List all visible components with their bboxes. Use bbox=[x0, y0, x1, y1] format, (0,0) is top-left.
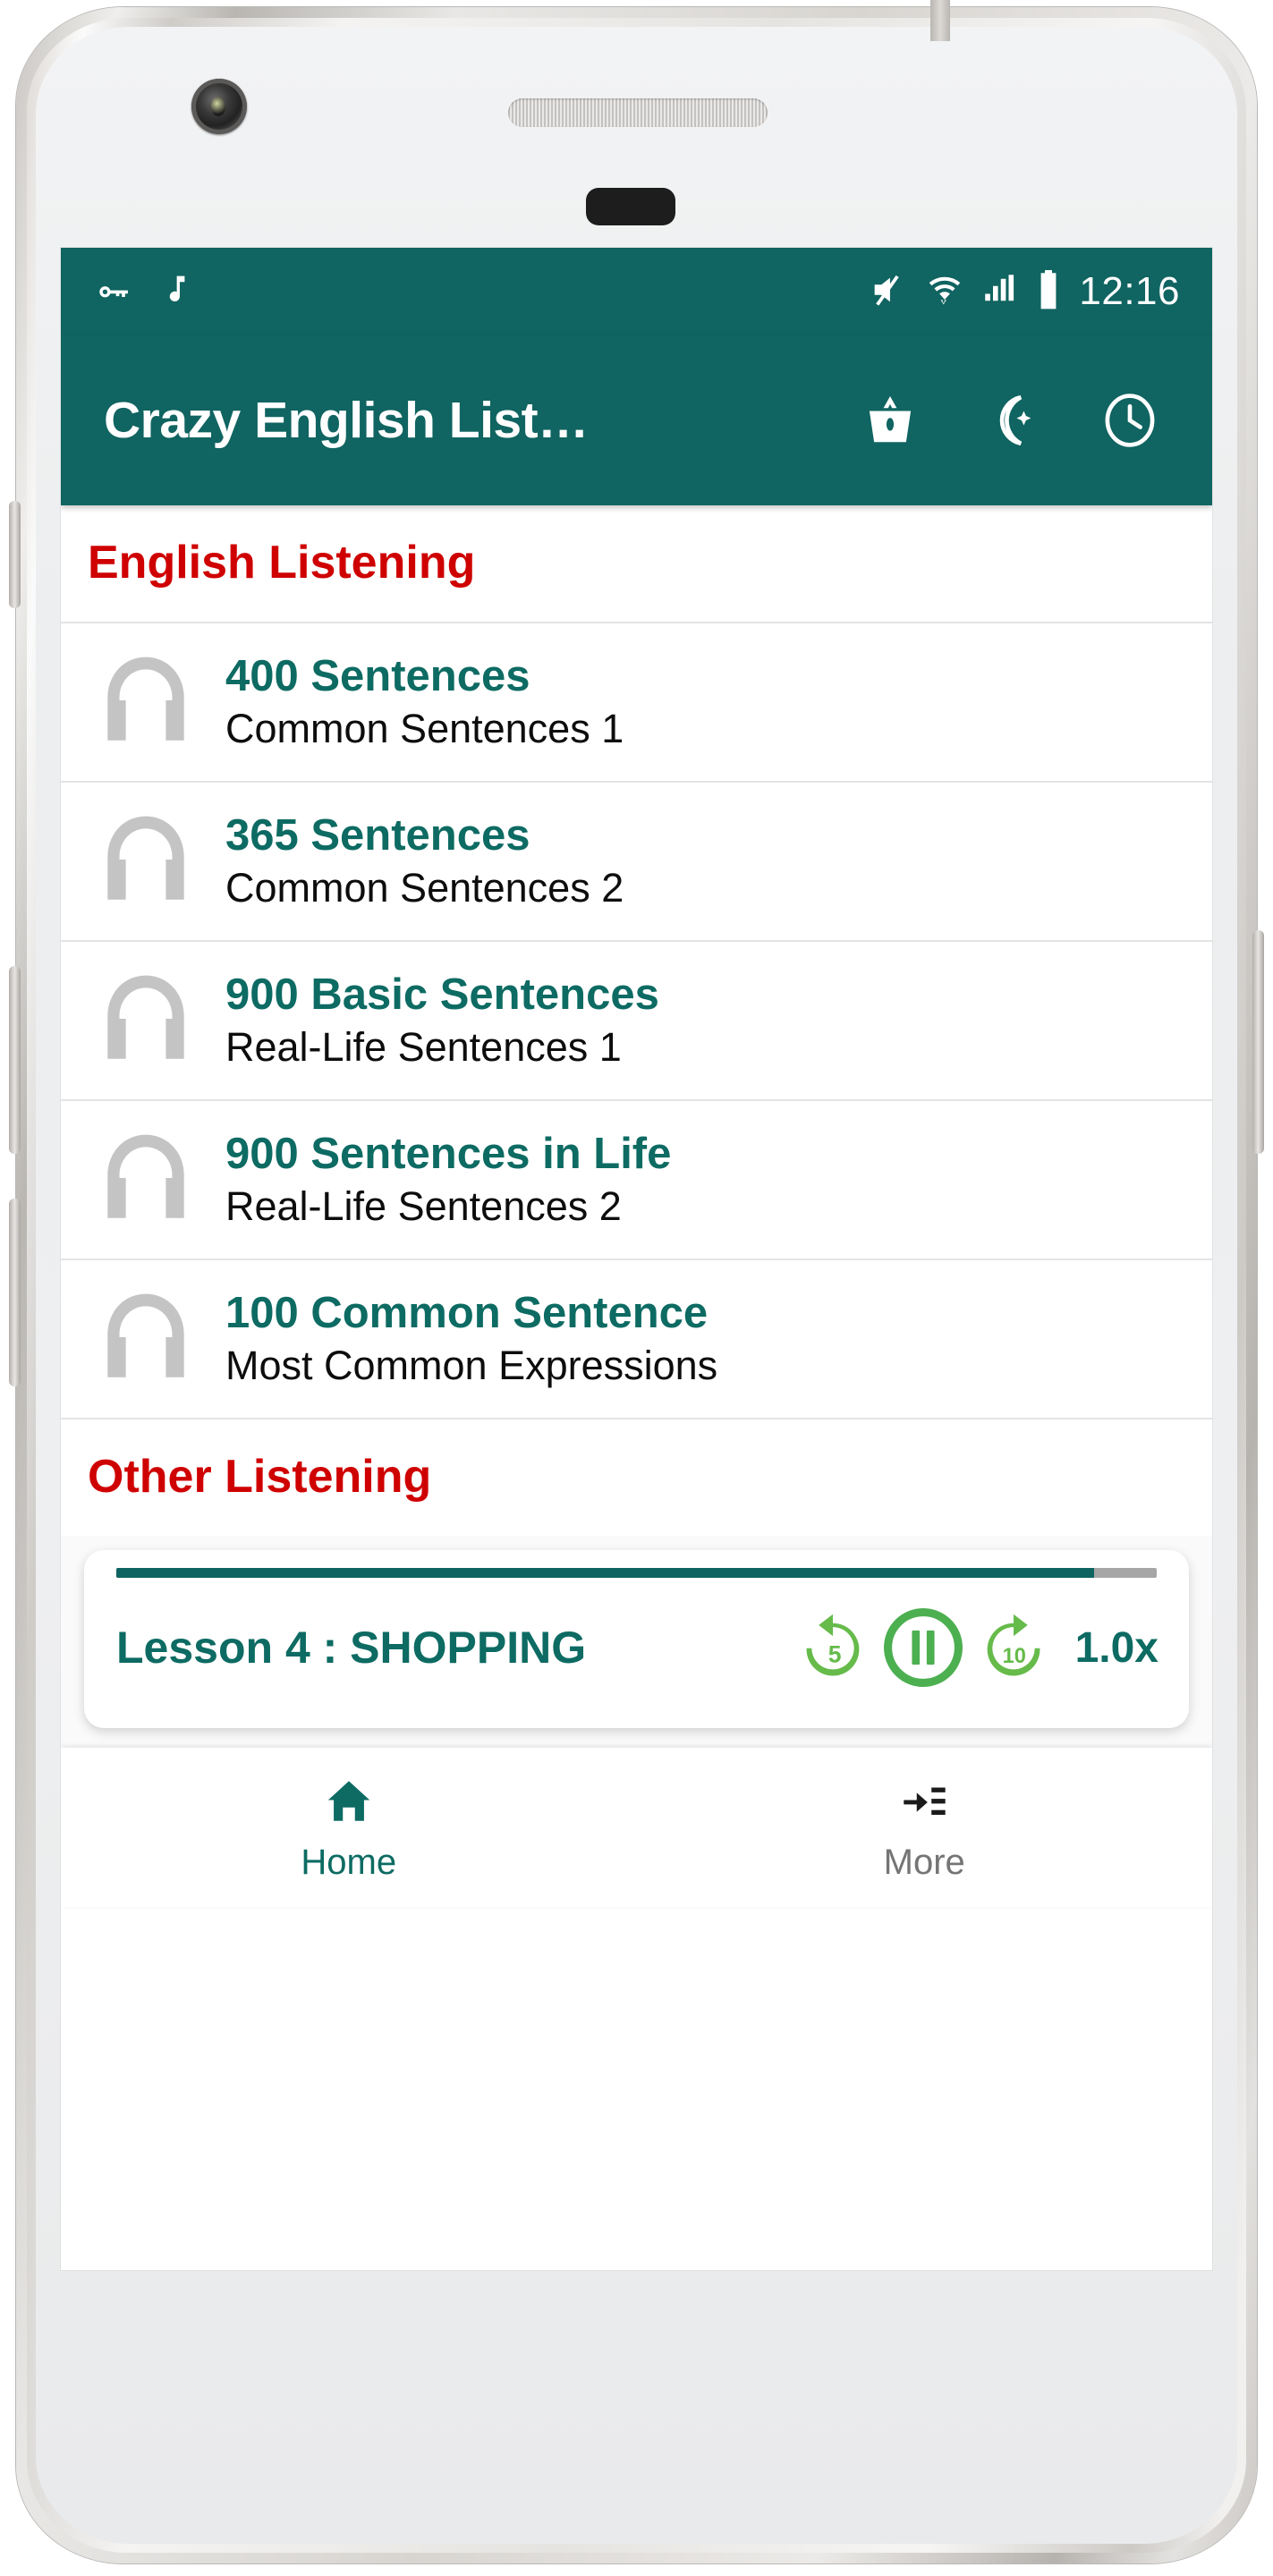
headphones-icon bbox=[91, 806, 225, 917]
status-bar-right-icons: 12:16 bbox=[868, 268, 1180, 316]
proximity-sensor bbox=[586, 188, 675, 225]
list-item-text: 900 Basic Sentences Real-Life Sentences … bbox=[225, 970, 659, 1070]
list-item-subtitle: Common Sentences 1 bbox=[225, 706, 624, 752]
svg-text:10: 10 bbox=[1002, 1645, 1025, 1668]
headphones-icon bbox=[91, 647, 225, 758]
battery-full-icon bbox=[1034, 268, 1063, 316]
playback-speed-label[interactable]: 1.0x bbox=[1075, 1623, 1158, 1673]
front-camera-icon bbox=[191, 79, 247, 134]
key-icon bbox=[93, 269, 134, 315]
mini-player-row: Lesson 4 : SHOPPING 5 10 1.0x bbox=[84, 1578, 1189, 1714]
home-icon bbox=[322, 1775, 376, 1832]
player-track-title: Lesson 4 : SHOPPING bbox=[116, 1623, 587, 1673]
app-bar-actions bbox=[856, 386, 1169, 454]
content-area: English Listening 400 Sentences Common S… bbox=[61, 505, 1212, 1748]
shopping-basket-icon[interactable] bbox=[856, 386, 924, 454]
list-item-subtitle: Common Sentences 2 bbox=[225, 865, 624, 911]
mini-player[interactable]: Lesson 4 : SHOPPING 5 10 1.0x bbox=[84, 1550, 1189, 1728]
nav-item-home-label: Home bbox=[301, 1842, 397, 1882]
playback-progress-fill bbox=[116, 1568, 1095, 1578]
phone-volume-down-button[interactable] bbox=[9, 1199, 21, 1386]
playlist-add-icon bbox=[897, 1775, 951, 1832]
playback-progress-bar[interactable] bbox=[116, 1568, 1157, 1578]
nav-item-more[interactable]: More bbox=[637, 1775, 1213, 1880]
list-item[interactable]: 400 Sentences Common Sentences 1 bbox=[61, 623, 1212, 783]
list-item[interactable]: 365 Sentences Common Sentences 2 bbox=[61, 783, 1212, 942]
list-item-title: 900 Basic Sentences bbox=[225, 970, 659, 1020]
status-bar: 12:16 bbox=[61, 248, 1212, 335]
app-title: Crazy English List… bbox=[104, 392, 589, 449]
list-item-subtitle: Real-Life Sentences 2 bbox=[225, 1183, 622, 1230]
bottom-navigation-bar: Home More bbox=[61, 1748, 1212, 1907]
list-item-text: 100 Common Sentence Most Common Expressi… bbox=[225, 1289, 717, 1388]
list-item-title: 400 Sentences bbox=[225, 652, 530, 701]
phone-power-button[interactable] bbox=[1252, 930, 1264, 1154]
mini-player-container: Lesson 4 : SHOPPING 5 10 1.0x bbox=[61, 1536, 1212, 1748]
phone-button-left-top[interactable] bbox=[9, 501, 21, 608]
wifi-icon bbox=[925, 269, 964, 315]
svg-text:5: 5 bbox=[827, 1640, 841, 1667]
list-item[interactable]: 900 Basic Sentences Real-Life Sentences … bbox=[61, 942, 1212, 1101]
nav-item-more-label: More bbox=[883, 1842, 965, 1882]
dark-mode-moon-icon[interactable] bbox=[976, 386, 1044, 454]
replay-5-icon[interactable]: 5 bbox=[794, 1609, 871, 1686]
list-item-subtitle: Real-Life Sentences 1 bbox=[225, 1024, 622, 1071]
list-item-text: 365 Sentences Common Sentences 2 bbox=[225, 811, 624, 911]
phone-frame: 12:16 Crazy English List… English Listen… bbox=[0, 0, 1273, 2576]
phone-antenna-band bbox=[930, 0, 950, 41]
status-bar-left-icons bbox=[93, 269, 193, 315]
section-heading-other-listening: Other Listening bbox=[61, 1419, 1212, 1536]
status-bar-clock: 12:16 bbox=[1079, 269, 1180, 313]
headphones-icon bbox=[91, 1284, 225, 1394]
section-heading-english-listening: English Listening bbox=[61, 505, 1212, 623]
list-item[interactable]: 100 Common Sentence Most Common Expressi… bbox=[61, 1260, 1212, 1419]
music-note-icon bbox=[156, 269, 193, 315]
app-bar: Crazy English List… bbox=[61, 335, 1212, 505]
earpiece-speaker bbox=[508, 98, 768, 127]
phone-volume-up-button[interactable] bbox=[9, 966, 21, 1154]
headphones-icon bbox=[91, 965, 225, 1076]
pause-icon[interactable] bbox=[877, 1601, 970, 1694]
forward-10-icon[interactable]: 10 bbox=[975, 1609, 1052, 1686]
volume-mute-icon bbox=[868, 269, 909, 315]
list-item-title: 900 Sentences in Life bbox=[225, 1130, 672, 1179]
phone-screen: 12:16 Crazy English List… English Listen… bbox=[61, 248, 1212, 2270]
list-item-text: 900 Sentences in Life Real-Life Sentence… bbox=[225, 1130, 671, 1229]
list-item-title: 365 Sentences bbox=[225, 811, 530, 860]
list-item-subtitle: Most Common Expressions bbox=[225, 1343, 718, 1389]
list-item-text: 400 Sentences Common Sentences 1 bbox=[225, 652, 624, 751]
list-item[interactable]: 900 Sentences in Life Real-Life Sentence… bbox=[61, 1101, 1212, 1260]
list-item-title: 100 Common Sentence bbox=[225, 1289, 709, 1338]
cellular-signal-icon bbox=[980, 269, 1018, 315]
nav-item-home[interactable]: Home bbox=[61, 1775, 637, 1880]
headphones-icon bbox=[91, 1124, 225, 1235]
history-clock-icon[interactable] bbox=[1096, 386, 1164, 454]
